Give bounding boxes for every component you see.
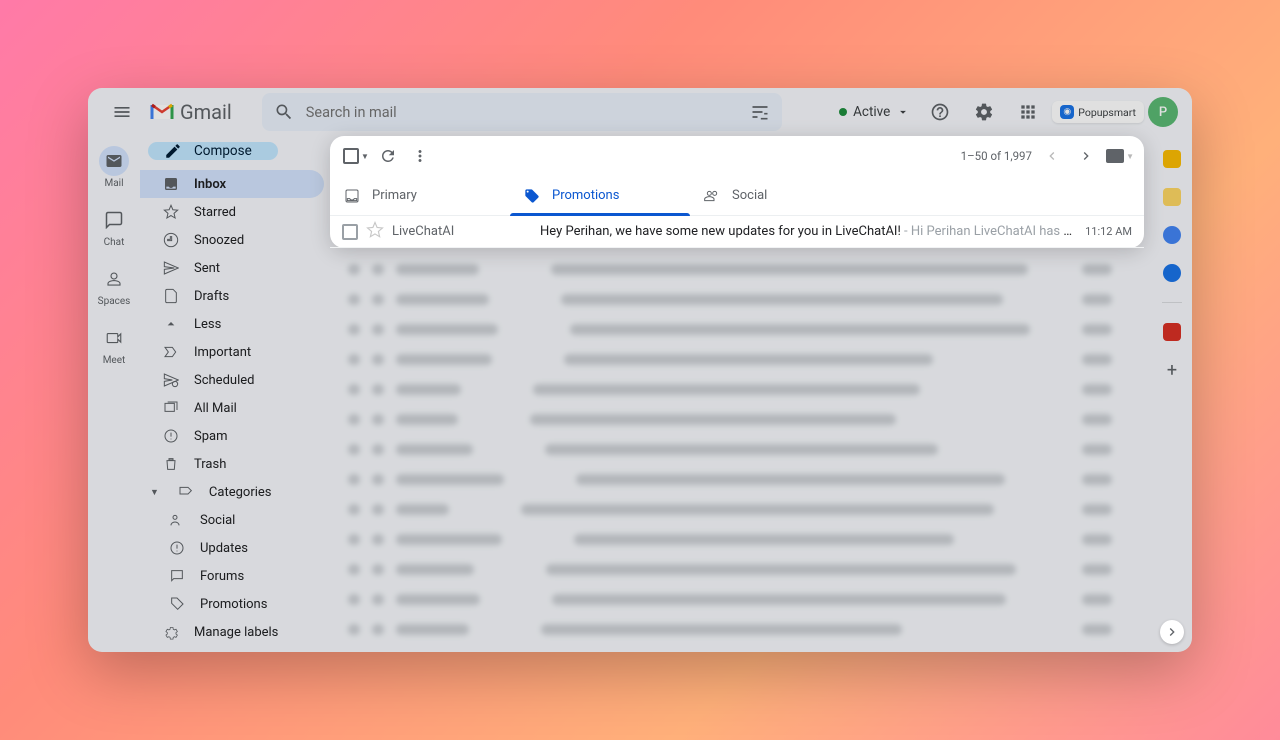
apps-grid-icon[interactable] <box>1008 92 1048 132</box>
search-options-icon[interactable] <box>744 96 776 128</box>
rail-spaces[interactable]: Spaces <box>98 264 131 307</box>
folder-promotions[interactable]: Promotions <box>140 590 324 618</box>
inbox-highlight: ▼ 1–50 of 1,997 ▼ Primary <box>330 136 1144 248</box>
next-page-button[interactable] <box>1072 142 1100 170</box>
folder-updates[interactable]: Updates <box>140 534 324 562</box>
folder-inbox[interactable]: Inbox <box>140 170 324 198</box>
folder-forums[interactable]: Forums <box>140 562 324 590</box>
inbox-icon <box>344 188 360 204</box>
contacts-addon-icon[interactable] <box>1163 264 1181 282</box>
addon-icon[interactable] <box>1163 323 1181 341</box>
org-logo-icon: ◉ <box>1060 105 1074 119</box>
calendar-addon-icon[interactable] <box>1163 150 1181 168</box>
rail-chat[interactable]: Chat <box>99 205 129 248</box>
tab-primary[interactable]: Primary <box>330 176 510 215</box>
folder-trash[interactable]: Trash <box>140 450 324 478</box>
mail-panel: ▼ 1–50 of 1,997 ▼ Primary <box>330 136 1144 644</box>
status-label: Active <box>853 104 890 120</box>
mail-toolbar: ▼ 1–50 of 1,997 ▼ <box>330 136 1144 176</box>
org-tag[interactable]: ◉ Popupsmart <box>1052 101 1144 123</box>
rail-mail[interactable]: Mail <box>99 146 129 189</box>
status-dot-icon <box>839 108 847 116</box>
main-menu-button[interactable] <box>102 92 142 132</box>
select-all-checkbox[interactable]: ▼ <box>340 140 372 172</box>
email-time: 11:12 AM <box>1085 225 1132 238</box>
search-icon[interactable] <box>268 96 300 128</box>
folder-starred[interactable]: Starred <box>140 198 324 226</box>
app-header: Gmail Active <box>88 88 1192 136</box>
folder-less[interactable]: Less <box>140 310 324 338</box>
email-row[interactable]: LiveChatAI Hey Perihan, we have some new… <box>330 216 1144 248</box>
folder-important[interactable]: Important <box>140 338 324 366</box>
rail-meet[interactable]: Meet <box>99 323 129 366</box>
avatar[interactable]: P <box>1148 97 1178 127</box>
folder-social[interactable]: Social <box>140 506 324 534</box>
prev-page-button[interactable] <box>1038 142 1066 170</box>
folder-scheduled[interactable]: Scheduled <box>140 366 324 394</box>
email-sender: LiveChatAI <box>392 224 532 239</box>
email-subject: Hey Perihan, we have some new updates fo… <box>540 224 1077 239</box>
input-tool-button[interactable]: ▼ <box>1106 142 1134 170</box>
inbox-tabs: Primary Promotions Social <box>330 176 1144 216</box>
row-checkbox[interactable] <box>342 224 358 240</box>
more-button[interactable] <box>404 140 436 172</box>
folder-all-mail[interactable]: All Mail <box>140 394 324 422</box>
status-chip[interactable]: Active <box>833 100 916 124</box>
folder-drafts[interactable]: Drafts <box>140 282 324 310</box>
divider <box>1162 302 1182 303</box>
help-icon[interactable] <box>920 92 960 132</box>
blurred-mail-list <box>330 254 1130 644</box>
collapse-sidepanel-button[interactable] <box>1160 620 1184 644</box>
settings-icon[interactable] <box>964 92 1004 132</box>
search-input[interactable] <box>300 104 744 121</box>
gmail-logo[interactable]: Gmail <box>150 100 232 124</box>
tag-icon <box>524 188 540 204</box>
people-icon <box>704 188 720 204</box>
refresh-button[interactable] <box>372 140 404 172</box>
org-name: Popupsmart <box>1078 106 1136 119</box>
get-addons-icon[interactable]: + <box>1163 361 1181 379</box>
page-range: 1–50 of 1,997 <box>961 149 1032 163</box>
keep-addon-icon[interactable] <box>1163 188 1181 206</box>
folder-manage-labels[interactable]: Manage labels <box>140 618 324 646</box>
compose-button[interactable]: Compose <box>148 142 278 160</box>
star-icon[interactable] <box>366 221 384 243</box>
tab-promotions[interactable]: Promotions <box>510 176 690 215</box>
folder-nav: Compose InboxStarredSnoozedSentDraftsLes… <box>140 136 330 652</box>
tab-social[interactable]: Social <box>690 176 870 215</box>
side-panel: + <box>1152 136 1192 652</box>
product-name: Gmail <box>180 100 232 124</box>
folder-spam[interactable]: Spam <box>140 422 324 450</box>
apps-rail: Mail Chat Spaces Meet <box>88 136 140 652</box>
search-bar[interactable] <box>262 93 782 131</box>
chevron-down-icon <box>896 105 910 119</box>
folder-categories[interactable]: ▼Categories <box>140 478 324 506</box>
folder-snoozed[interactable]: Snoozed <box>140 226 324 254</box>
tasks-addon-icon[interactable] <box>1163 226 1181 244</box>
folder-create-new-label[interactable]: Create new label <box>140 646 324 652</box>
folder-sent[interactable]: Sent <box>140 254 324 282</box>
